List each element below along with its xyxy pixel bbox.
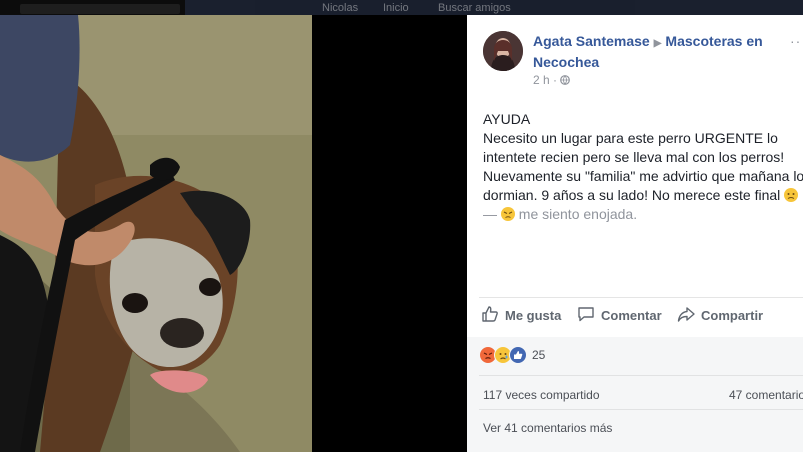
share-button[interactable]: Compartir	[677, 305, 763, 326]
nav-find-friends[interactable]: Buscar amigos	[438, 2, 511, 14]
post-time[interactable]: 2 h	[533, 73, 550, 87]
post-meta: 2 h ·	[533, 73, 571, 87]
post-line: Nuevamente su "familia" me advirtio que …	[483, 168, 803, 184]
post-panel: Agata Santemase ▶ Mascoteras en Necochea 2…	[467, 15, 803, 452]
reactions-area: 25 117 veces compartido 47 comentarios V…	[467, 337, 803, 452]
author-name[interactable]: Agata Santemase	[533, 33, 650, 49]
feeling-text: me siento enojada.	[518, 206, 638, 222]
top-navigation-bar: Nicolas Inicio Buscar amigos	[185, 0, 803, 15]
like-button[interactable]: Me gusta	[481, 305, 561, 326]
share-icon	[677, 305, 695, 326]
comments-count[interactable]: 47 comentarios	[729, 388, 803, 402]
thumbs-up-icon	[481, 305, 499, 326]
post-line: dormian. 9 años a su lado! No merece est…	[483, 187, 781, 203]
post-header: Agata Santemase ▶ Mascoteras en Necochea	[533, 32, 793, 72]
reactions-divider	[479, 375, 803, 376]
like-reaction-icon	[509, 346, 527, 364]
like-label: Me gusta	[505, 308, 562, 323]
reaction-summary[interactable]: 25	[479, 345, 545, 365]
triangle-right-icon: ▶	[653, 38, 662, 49]
actions-divider-top	[479, 297, 803, 298]
share-label: Compartir	[701, 308, 764, 323]
shares-count[interactable]: 117 veces compartido	[483, 388, 600, 402]
reaction-count: 25	[532, 348, 546, 362]
post-line: Necesito un lugar para este perro URGENT…	[483, 130, 778, 146]
angry-face-icon	[500, 207, 515, 221]
post-actions: Me gusta Comentar Compartir	[481, 305, 803, 329]
view-more-comments-link[interactable]: Ver 41 comentarios más	[483, 421, 612, 435]
comment-button[interactable]: Comentar	[577, 305, 662, 326]
post-text: AYUDA Necesito un lugar para este perro …	[483, 110, 803, 224]
globe-icon	[560, 73, 571, 87]
search-bar[interactable]	[20, 4, 180, 14]
comment-label: Comentar	[601, 308, 662, 323]
nav-user[interactable]: Nicolas	[322, 2, 358, 14]
post-line: intentete recien pero se lleva mal con l…	[483, 149, 785, 165]
more-options-icon[interactable]: ···	[790, 33, 803, 49]
feeling-dash: —	[483, 206, 497, 222]
author-avatar[interactable]	[483, 31, 523, 71]
post-line: AYUDA	[483, 111, 531, 127]
top-strip-left	[0, 0, 185, 15]
nav-home[interactable]: Inicio	[383, 2, 409, 14]
avatar-image	[483, 31, 523, 71]
comments-divider	[479, 409, 803, 410]
dog-photo-image	[0, 15, 312, 452]
post-photo[interactable]	[0, 15, 312, 452]
sad-face-icon	[784, 188, 799, 202]
comment-icon	[577, 305, 595, 326]
